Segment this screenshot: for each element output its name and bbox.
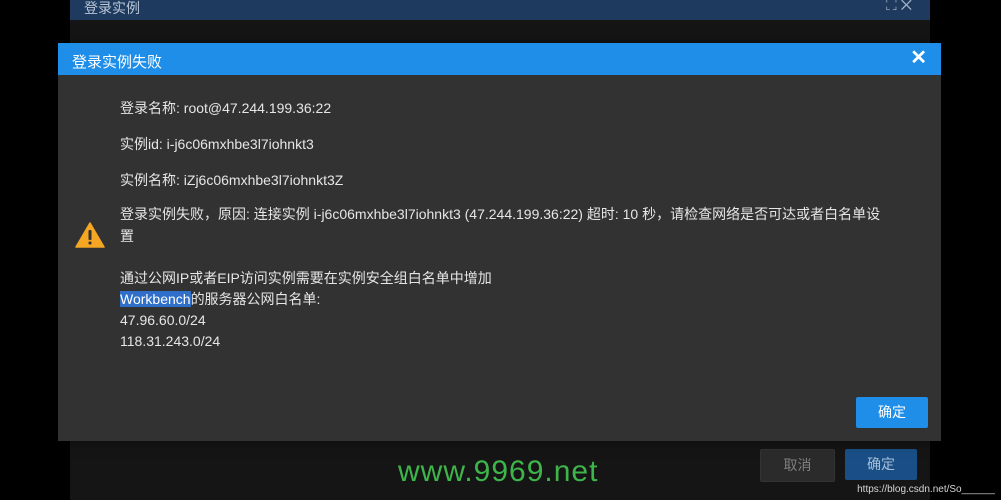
background-ok-button[interactable]: 确定 [845,449,917,480]
background-dialog-title: 登录实例 [84,0,140,16]
ip-whitelist-1: 47.96.60.0/24 [120,312,206,328]
modal-header: 登录实例失败 ✕ [58,43,941,75]
source-text: https://blog.csdn.net/So______ [857,484,995,495]
failure-reason-text: 登录实例失败，原因: 连接实例 i-j6c06mxhbe3l7iohnkt3 (… [120,206,881,222]
public-ip-note: 通过公网IP或者EIP访问实例需要在实例安全组白名单中增加 [120,270,492,286]
background-cancel-button[interactable]: 取消 [760,449,835,482]
ok-button[interactable]: 确定 [856,397,928,428]
failure-reason-cont: 置 [120,228,134,244]
modal-title: 登录实例失败 [72,54,163,71]
workbench-highlight: Workbench [120,291,191,307]
close-icon[interactable]: ✕ [910,47,927,69]
login-name-text: 登录名称: root@47.244.199.36:22 [120,100,332,116]
instance-id-text: 实例id: i-j6c06mxhbe3l7iohnkt3 [120,136,314,152]
workbench-rest: 的服务器公网白名单: [190,291,321,307]
background-dialog-header: 登录实例 ⛶✕ [70,0,930,20]
fullscreen-close-icons[interactable]: ⛶✕ [886,0,916,14]
warning-icon [75,222,105,248]
watermark: www.9969.net [398,455,599,488]
ip-whitelist-2: 118.31.243.0/24 [120,333,221,349]
instance-name-text: 实例名称: iZj6c06mxhbe3l7iohnkt3Z [120,172,344,188]
login-failed-modal: 登录实例失败 ✕ 登录名称: root@47.244.199.36:22 实例i… [58,43,941,441]
workbench-line: Workbench的服务器公网白名单: [120,288,320,310]
